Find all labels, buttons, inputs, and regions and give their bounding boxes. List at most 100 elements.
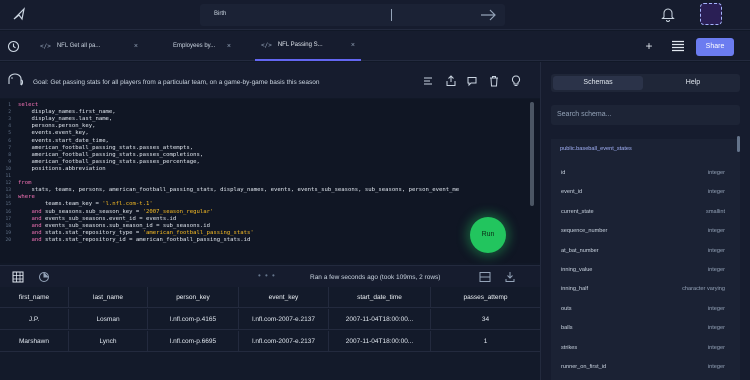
column-header[interactable]: start_date_time [328,287,430,308]
schema-field[interactable]: sequence_number integer [551,228,731,238]
schema-field[interactable]: runner_on_first_id integer [551,364,731,374]
table-view-icon[interactable] [12,271,24,283]
sql-keyword: from [18,180,32,187]
table-cell[interactable]: 2007-11-04T18:00:00... [328,309,430,330]
close-icon[interactable]: × [227,43,231,50]
line-number: 3 [8,117,11,123]
table-cell[interactable]: 34 [430,309,540,330]
schema-field[interactable]: id integer [551,170,731,180]
history-icon[interactable] [7,40,20,53]
tab-nfl-get-all[interactable]: </> NFL Get all pa... × [40,31,144,61]
app-logo-icon[interactable] [12,7,26,21]
table-cell[interactable]: J.P. [0,309,68,330]
field-type: integer [707,267,725,273]
code-line[interactable]: 14 where [0,194,530,201]
code-line[interactable]: 16 and sub_seasons.sub_season_key = '200… [0,209,530,216]
code-line[interactable]: 10 positions.abbreviation [0,166,530,173]
table-cell[interactable]: 1 [430,331,540,352]
panel-tab-switcher: Schemas Help [551,74,740,92]
global-search-input[interactable]: Birth [200,4,505,26]
field-name: inning_half [561,286,589,293]
schema-field[interactable]: event_id integer [551,189,731,199]
code-line[interactable]: 6 events.start_date_time, [0,138,530,145]
table-cell[interactable]: l.nfl.com-2007-e.2137 [238,309,328,330]
schema-field-list: public.baseball_event_states id integer ev… [551,139,740,380]
new-tab-button[interactable]: + [641,38,657,54]
code-line[interactable]: 19 and stats.stat_repository_type = 'ame… [0,230,530,237]
table-cell[interactable]: l.nfl.com-p.4165 [147,309,238,330]
table-cell[interactable]: Marshawn [0,331,68,352]
code-line[interactable]: 9 american_football_passing_stats.passes… [0,159,530,166]
table-cell[interactable]: l.nfl.com-2007-e.2137 [238,331,328,352]
table-cell[interactable]: Lynch [68,331,147,352]
chart-view-icon[interactable] [38,271,50,283]
schema-scrollbar[interactable] [737,136,740,152]
schema-field[interactable]: inning_value integer [551,267,731,277]
schema-table-title[interactable]: public.baseball_event_states [560,146,632,152]
code-icon: </> [40,42,51,50]
sql-string: 'american_football_passing_stats' [142,229,254,236]
sql-text: american_football_passing_stats.passes_p… [18,158,200,165]
schema-field[interactable]: strikes integer [551,345,731,355]
code-line[interactable]: 5 events.event_key, [0,130,530,137]
code-line[interactable]: 17 and events_sub_seasons.event_id = eve… [0,216,530,223]
split-view-icon[interactable] [479,271,491,283]
search-query-text: Birth [214,11,227,17]
tab-label: Employees by... [173,43,216,49]
run-button[interactable]: Run [470,217,506,253]
editor-scrollbar[interactable] [530,102,534,206]
code-line[interactable]: 1 select [0,102,530,109]
export-icon[interactable] [445,75,457,87]
code-line[interactable]: 12 from [0,180,530,187]
column-header[interactable]: event_key [238,287,328,308]
sql-keyword: and [18,236,45,243]
top-bar: Birth [0,0,750,30]
schema-field[interactable]: current_state smallint [551,209,731,219]
tab-bar: </> NFL Get all pa... × Employees by... … [0,31,750,61]
close-icon[interactable]: × [351,42,355,49]
column-header[interactable]: passes_attemp [430,287,540,308]
code-line[interactable]: 3 display_names.last_name, [0,116,530,123]
trash-icon[interactable] [488,75,500,87]
avatar[interactable] [700,3,722,25]
schema-field[interactable]: inning_half character varying [551,286,731,296]
tab-nfl-passing[interactable]: </> NFL Passing S... × [255,31,361,61]
close-icon[interactable]: × [134,43,138,50]
code-line[interactable]: 4 persons.person_key, [0,123,530,130]
table-cell[interactable]: l.nfl.com-p.6695 [147,331,238,352]
tab-help[interactable]: Help [648,76,738,90]
column-header[interactable]: last_name [68,287,147,308]
code-line[interactable]: 11 [0,173,530,180]
code-line[interactable]: 7 american_football_passing_stats.passes… [0,145,530,152]
schema-field[interactable]: balls integer [551,325,731,335]
menu-icon[interactable] [670,40,686,52]
code-line[interactable]: 18 and events_sub_seasons.sub_season_id … [0,223,530,230]
code-line[interactable]: 20 and stats.stat_repository_id = americ… [0,237,530,244]
drag-handle[interactable]: • • • [258,271,276,280]
sql-text: stats.stat_repository_id = american_foot… [44,236,251,243]
comment-icon[interactable] [466,75,478,87]
schema-field[interactable]: at_bat_number integer [551,248,731,258]
arrow-right-icon[interactable] [480,8,496,22]
tab-schemas[interactable]: Schemas [553,76,643,90]
code-line[interactable]: 8 american_football_passing_stats.passes… [0,152,530,159]
schema-search-input[interactable]: Search schema... [551,105,740,125]
results-table: first_name last_name person_key event_key st… [0,287,540,380]
code-line[interactable]: 15 teams.team_key = 'l.nfl.com-t.1' [0,201,530,208]
code-line[interactable]: 13 stats, teams, persons, american_footb… [0,187,530,194]
schema-field[interactable]: outs integer [551,306,731,316]
table-cell[interactable]: Losman [68,309,147,330]
lightbulb-icon[interactable] [510,75,522,87]
sql-editor[interactable]: 1 select 2 display_names.first_name, 3 disp… [0,99,540,263]
tab-employees[interactable]: Employees by... × [147,31,237,61]
sql-text: display_names.first_name, [18,109,116,116]
code-line[interactable]: 2 display_names.first_name, [0,109,530,116]
field-name: id [561,170,566,176]
download-icon[interactable] [504,271,516,283]
column-header[interactable]: first_name [0,287,68,308]
column-header[interactable]: person_key [147,287,238,308]
format-icon[interactable] [422,75,434,87]
share-button[interactable]: Share [696,38,734,56]
table-cell[interactable]: 2007-11-04T18:00:00... [328,331,430,352]
bell-icon[interactable] [661,6,675,22]
